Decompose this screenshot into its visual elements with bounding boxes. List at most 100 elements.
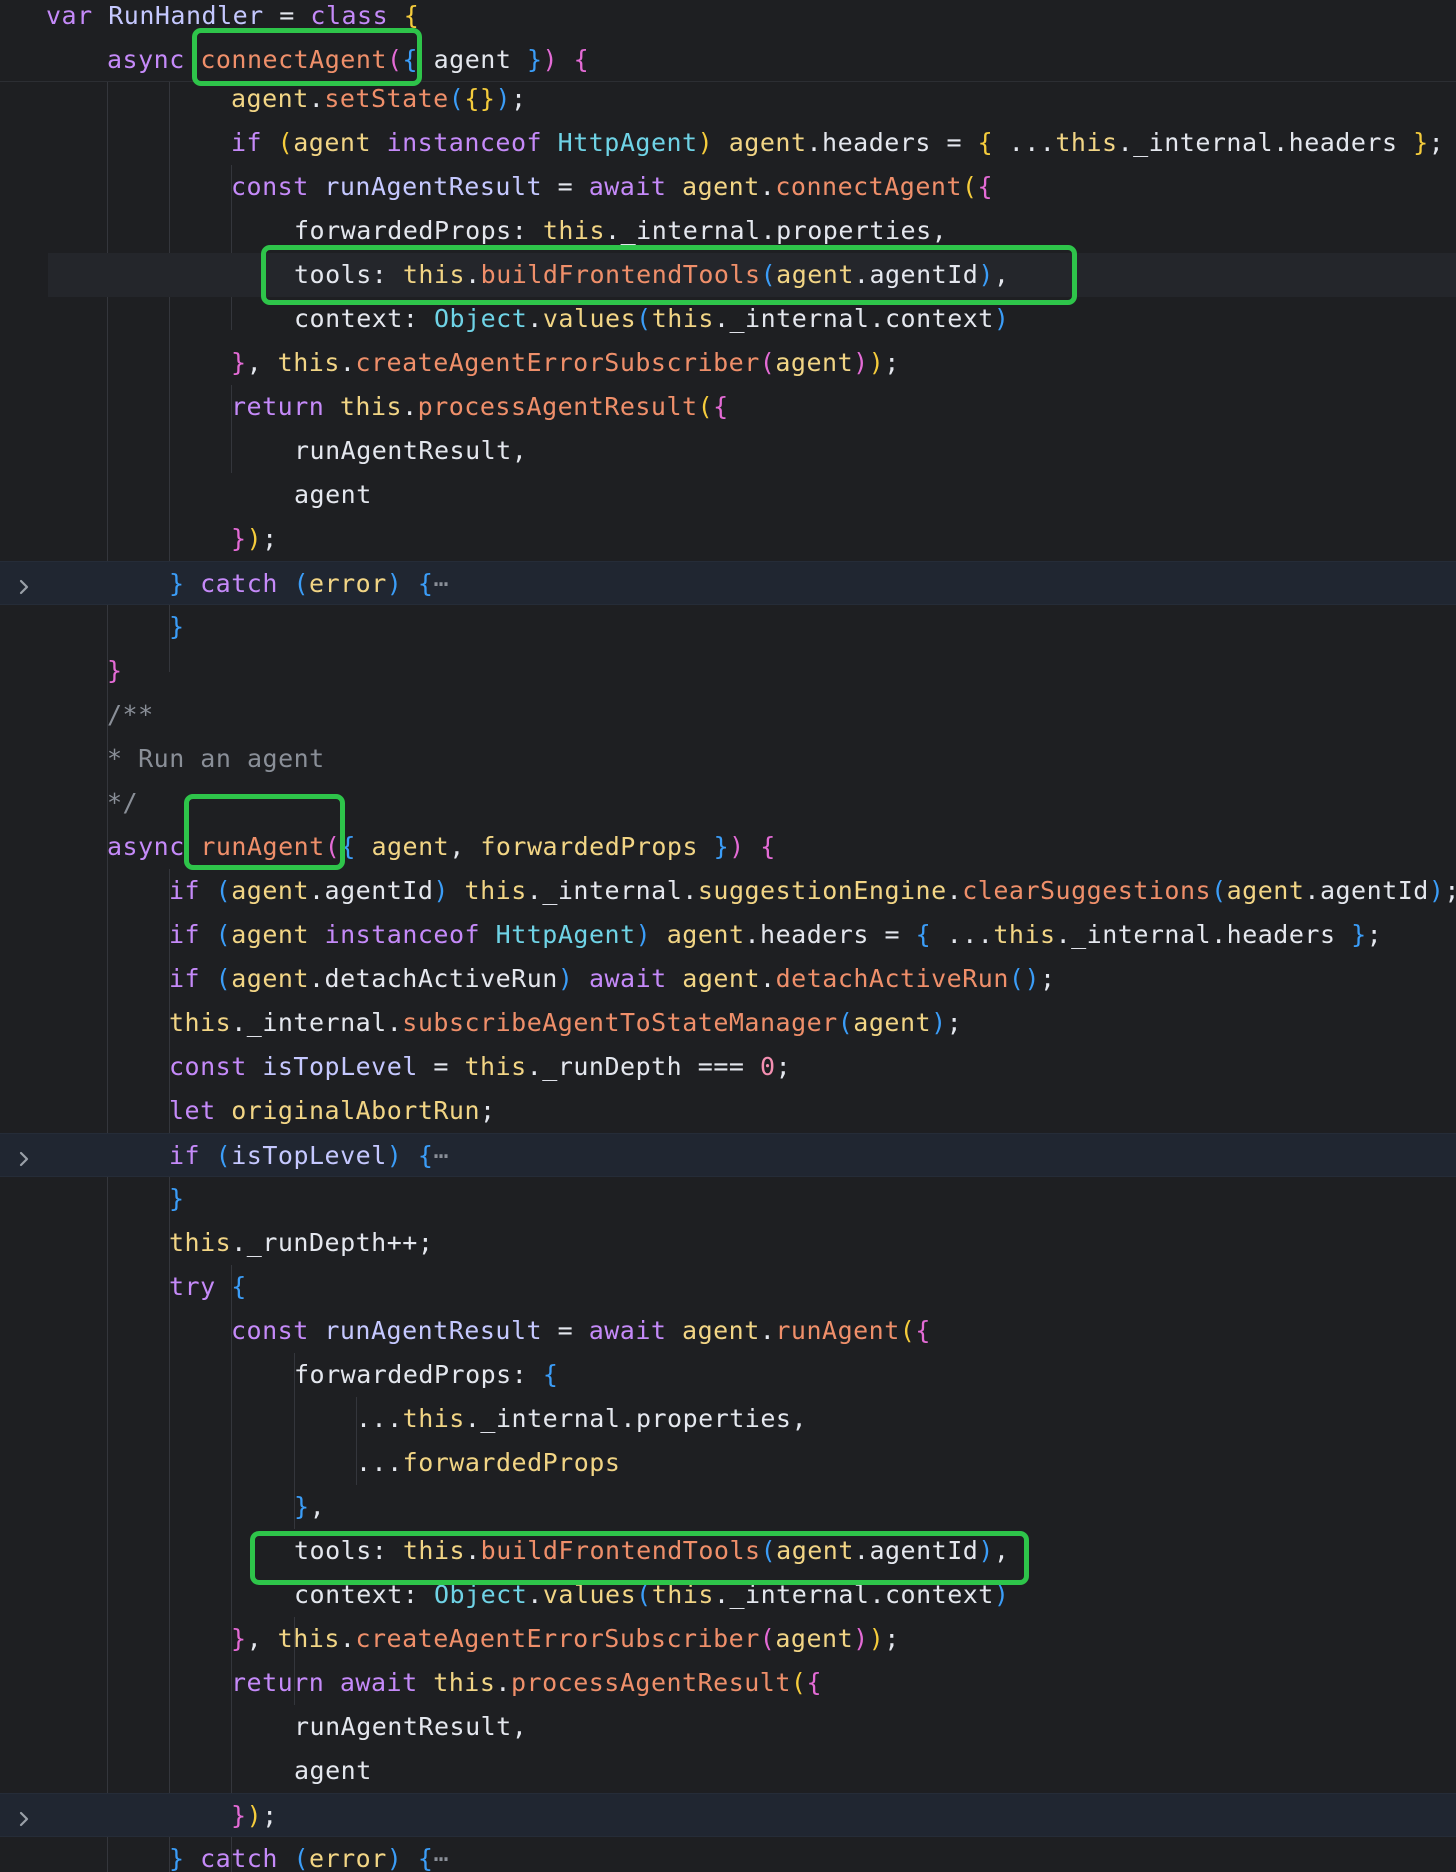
code-token: . xyxy=(527,304,543,333)
folded-code-line[interactable]: } catch (error) {⋯ xyxy=(0,561,1456,605)
code-token: . xyxy=(760,964,776,993)
code-text: ...this._internal.properties, xyxy=(356,1397,807,1441)
code-line[interactable]: ...forwardedProps xyxy=(0,1441,1456,1485)
code-token: , xyxy=(246,348,278,377)
code-token: ._internal.properties, xyxy=(464,1404,808,1433)
code-line[interactable]: async connectAgent({ agent }) { xyxy=(0,38,1456,82)
code-token: ) xyxy=(868,1624,885,1653)
fold-expand-chevron-icon[interactable] xyxy=(14,1806,34,1827)
code-text: } catch (error) {⋯ xyxy=(169,562,449,606)
code-line[interactable]: return await this.processAgentResult({ xyxy=(0,1661,1456,1705)
code-token: ) xyxy=(931,1008,947,1037)
code-token: var xyxy=(46,1,93,30)
code-line[interactable]: * Run an agent xyxy=(0,737,1456,781)
code-line[interactable]: agent.setState({}); xyxy=(0,77,1456,121)
code-line[interactable]: var RunHandler = class { xyxy=(0,0,1456,38)
code-line[interactable]: /** xyxy=(0,693,1456,737)
code-line[interactable]: context: Object.values(this._internal.co… xyxy=(0,297,1456,341)
folded-region-ellipsis[interactable]: ⋯ xyxy=(433,1141,449,1170)
code-token: if xyxy=(169,920,201,949)
code-line[interactable]: agent xyxy=(0,1749,1456,1793)
code-token: ._internal. xyxy=(526,876,698,905)
code-token: values xyxy=(542,304,637,333)
code-editor[interactable]: var RunHandler = class {async connectAge… xyxy=(0,0,1456,1872)
code-token: agent xyxy=(371,832,450,861)
code-line[interactable]: try { xyxy=(0,1265,1456,1309)
folded-region-ellipsis[interactable]: ⋯ xyxy=(433,569,449,598)
code-line[interactable]: const isTopLevel = this._runDepth === 0; xyxy=(0,1045,1456,1089)
code-token: Object xyxy=(433,304,528,333)
code-line[interactable]: agent xyxy=(0,473,1456,517)
code-line[interactable]: } xyxy=(0,1177,1456,1221)
code-text: let originalAbortRun; xyxy=(169,1089,496,1133)
code-token: forwardedProps xyxy=(402,1448,621,1477)
code-token: return xyxy=(231,392,325,421)
code-text: } catch (error) {⋯ xyxy=(169,1837,449,1872)
code-line[interactable]: runAgentResult, xyxy=(0,429,1456,473)
code-line[interactable]: }); xyxy=(0,517,1456,561)
code-token: = xyxy=(417,1052,465,1081)
code-token: createAgentErrorSubscriber xyxy=(355,1624,760,1653)
code-token: ( xyxy=(448,84,465,113)
code-line[interactable]: this._runDepth++; xyxy=(0,1221,1456,1265)
code-line[interactable]: }, xyxy=(0,1485,1456,1529)
code-token: } xyxy=(107,656,123,685)
fold-expand-chevron-icon[interactable] xyxy=(14,574,34,595)
code-line[interactable]: } xyxy=(0,649,1456,693)
code-token: ( xyxy=(759,348,776,377)
code-line[interactable]: async runAgent({ agent, forwardedProps }… xyxy=(0,825,1456,869)
code-token: runAgentResult, xyxy=(294,1712,528,1741)
code-token: . xyxy=(402,392,418,421)
code-token: ( xyxy=(760,1536,777,1565)
code-line[interactable]: context: Object.values(this._internal.co… xyxy=(0,1573,1456,1617)
code-token: ( xyxy=(636,304,652,333)
code-line[interactable]: this._internal.subscribeAgentToStateMana… xyxy=(0,1001,1456,1045)
code-token: = xyxy=(542,1316,589,1345)
code-token: = xyxy=(263,1,311,30)
code-token: connectAgent xyxy=(200,45,387,74)
code-line[interactable]: }, this.createAgentErrorSubscriber(agent… xyxy=(0,1617,1456,1661)
code-token: } xyxy=(169,1844,185,1872)
folded-region-ellipsis[interactable]: ⋯ xyxy=(433,1844,449,1872)
code-token: agent xyxy=(775,1624,854,1653)
code-token: ... xyxy=(356,1448,403,1477)
fold-expand-chevron-icon[interactable] xyxy=(14,1146,34,1167)
code-line[interactable]: if (agent.detachActiveRun) await agent.d… xyxy=(0,957,1456,1001)
code-line[interactable]: if (agent instanceof HttpAgent) agent.he… xyxy=(0,121,1456,165)
code-text: return this.processAgentResult({ xyxy=(231,385,729,429)
code-token: } xyxy=(526,45,543,74)
code-line[interactable]: ...this._internal.properties, xyxy=(0,1397,1456,1441)
code-line[interactable]: }, this.createAgentErrorSubscriber(agent… xyxy=(0,341,1456,385)
code-line[interactable]: if (agent instanceof HttpAgent) agent.he… xyxy=(0,913,1456,957)
code-line[interactable]: if (agent.agentId) this._internal.sugges… xyxy=(0,869,1456,913)
code-line[interactable]: forwardedProps: { xyxy=(0,1353,1456,1397)
code-line[interactable]: forwardedProps: this._internal.propertie… xyxy=(0,209,1456,253)
code-line[interactable]: } catch (error) {⋯ xyxy=(0,1837,1456,1872)
code-token: . xyxy=(339,1624,356,1653)
code-line[interactable]: } xyxy=(0,605,1456,649)
code-line[interactable]: return this.processAgentResult({ xyxy=(0,385,1456,429)
code-line[interactable]: let originalAbortRun; xyxy=(0,1089,1456,1133)
code-text: runAgentResult, xyxy=(294,1705,527,1749)
code-token: runAgentResult xyxy=(324,172,543,201)
code-token: await xyxy=(339,1668,418,1697)
code-line[interactable]: */ xyxy=(0,781,1456,825)
code-line[interactable]: const runAgentResult = await agent.runAg… xyxy=(0,1309,1456,1353)
code-token: agent xyxy=(666,920,745,949)
code-token: agent xyxy=(776,260,854,289)
code-line[interactable]: const runAgentResult = await agent.conne… xyxy=(0,165,1456,209)
code-token: ) xyxy=(697,128,714,157)
code-line[interactable]: tools: this.buildFrontendTools(agent.age… xyxy=(48,253,1456,297)
folded-code-line[interactable]: }); xyxy=(0,1793,1456,1837)
code-text: * Run an agent xyxy=(107,737,325,781)
code-line[interactable]: runAgentResult, xyxy=(0,1705,1456,1749)
code-line[interactable]: tools: this.buildFrontendTools(agent.age… xyxy=(0,1529,1456,1573)
code-token: runAgent xyxy=(200,832,325,861)
folded-code-line[interactable]: if (isTopLevel) {⋯ xyxy=(0,1133,1456,1177)
